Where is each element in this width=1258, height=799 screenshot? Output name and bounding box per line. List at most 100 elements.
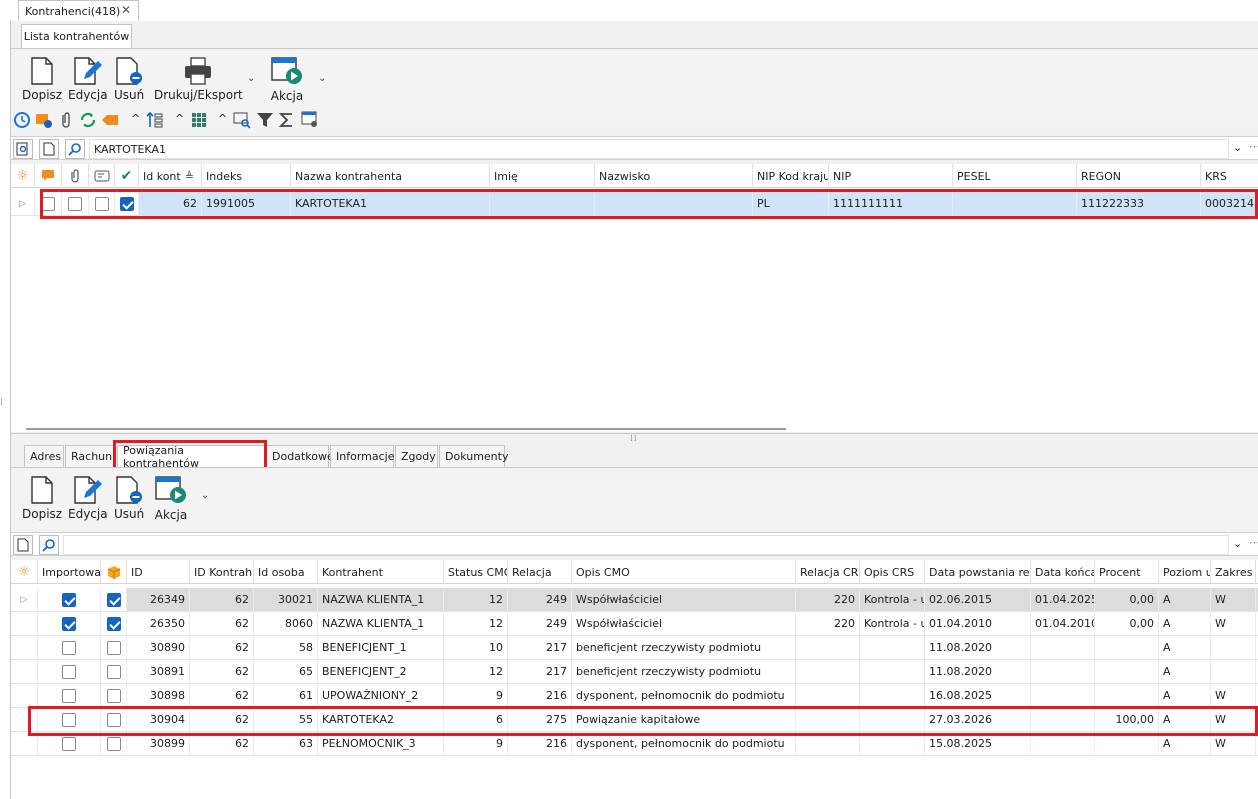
- more-icon[interactable]: ⋯: [1249, 536, 1258, 549]
- bottom-search-input[interactable]: [63, 535, 1229, 555]
- edit-button[interactable]: Edycja: [68, 57, 108, 102]
- new-document-button[interactable]: [39, 139, 59, 159]
- column-idk[interactable]: ID Kontrah: [190, 560, 254, 584]
- import-checkbox[interactable]: [62, 688, 76, 703]
- sum-icon[interactable]: [278, 111, 296, 129]
- collapse-up-icon[interactable]: ^: [131, 112, 140, 125]
- column-imp[interactable]: Importowa: [38, 560, 101, 584]
- column-id[interactable]: ID: [127, 560, 190, 584]
- checkmark-icon[interactable]: ✔: [115, 164, 139, 188]
- search-preview-button[interactable]: [13, 139, 33, 159]
- history-icon[interactable]: [13, 111, 31, 129]
- bottom-add-button[interactable]: Dopisz: [22, 476, 62, 521]
- action-dropdown-chevron-icon[interactable]: ⌄: [318, 73, 326, 84]
- flag-checkbox[interactable]: [106, 688, 121, 703]
- column-flag[interactable]: [101, 560, 127, 584]
- table-row[interactable]: 26350 62 8060 NAZWA KLIENTA_1 12 249 Współwłaś…: [11, 612, 1258, 636]
- flag-checkbox[interactable]: [106, 736, 121, 751]
- column-imie[interactable]: Imię: [490, 164, 595, 188]
- horizontal-scrollbar[interactable]: [26, 428, 786, 430]
- table-row[interactable]: 30898 62 61 UPOWAŻNIONY_2 9 216 dysponent, peł…: [11, 684, 1258, 708]
- panel-splitter[interactable]: ⁞⁞: [11, 433, 1258, 444]
- tab-rachunki[interactable]: Rachunki: [65, 445, 116, 467]
- column-koniec[interactable]: Data końca: [1031, 560, 1095, 584]
- column-nip-kod-kraju[interactable]: NIP Kod kraju: [753, 164, 829, 188]
- search-dropdown-chevron-icon[interactable]: ⌄: [1233, 537, 1242, 550]
- flag-checkbox[interactable]: [106, 616, 121, 631]
- tab-lista-kontrahentow[interactable]: Lista kontrahentów: [21, 24, 132, 48]
- column-relacja[interactable]: Relacja: [508, 560, 572, 584]
- tab-adres[interactable]: Adres: [24, 445, 64, 467]
- import-checkbox[interactable]: [62, 712, 76, 727]
- bottom-edit-button[interactable]: Edycja: [68, 476, 108, 521]
- column-nazwisko[interactable]: Nazwisko: [595, 164, 753, 188]
- import-checkbox[interactable]: [62, 616, 76, 631]
- sort-order-icon[interactable]: [146, 111, 164, 129]
- collapse-up-icon[interactable]: ^: [175, 112, 184, 125]
- search-button[interactable]: [65, 139, 85, 159]
- flag-checkbox[interactable]: [106, 640, 121, 655]
- grid-layout-icon[interactable]: [190, 111, 208, 129]
- comment-checkbox[interactable]: [41, 196, 55, 211]
- flag-checkbox[interactable]: [106, 712, 121, 727]
- import-checkbox[interactable]: [62, 736, 76, 751]
- new-document-button[interactable]: [13, 535, 33, 555]
- column-data[interactable]: Data powstania rela: [925, 560, 1031, 584]
- delete-button[interactable]: Usuń: [114, 57, 144, 102]
- table-search-icon[interactable]: [233, 111, 251, 129]
- table-row[interactable]: 30891 62 65 BENEFICJENT_2 12 217 beneficjent r…: [11, 660, 1258, 684]
- bottom-action-button[interactable]: Akcja: [154, 475, 188, 522]
- column-procent[interactable]: Procent: [1095, 560, 1159, 584]
- import-checkbox[interactable]: [62, 664, 76, 679]
- print-dropdown-chevron-icon[interactable]: ⌄: [247, 73, 255, 84]
- flag-checkbox[interactable]: [106, 664, 121, 679]
- column-nip[interactable]: NIP: [829, 164, 953, 188]
- comment-column-header[interactable]: [35, 164, 62, 188]
- table-row[interactable]: 30890 62 58 BENEFICJENT_1 10 217 beneficjent r…: [11, 636, 1258, 660]
- tag-column-header[interactable]: [89, 164, 115, 188]
- window-view-icon[interactable]: [301, 111, 319, 129]
- refresh-icon[interactable]: [79, 111, 97, 129]
- tab-dokumenty[interactable]: Dokumenty: [439, 445, 508, 467]
- action-button[interactable]: Akcja: [270, 56, 304, 103]
- add-button[interactable]: Dopisz: [22, 57, 62, 102]
- flag-checkbox[interactable]: [106, 592, 121, 607]
- preview-tag-icon[interactable]: [35, 111, 53, 129]
- search-input[interactable]: KARTOTEKA1: [89, 139, 1229, 159]
- column-poziom[interactable]: Poziom u: [1159, 560, 1211, 584]
- action-dropdown-chevron-icon[interactable]: ⌄: [201, 490, 209, 501]
- attachment-checkbox[interactable]: [68, 196, 82, 211]
- import-checkbox[interactable]: [62, 640, 76, 655]
- column-id-kont[interactable]: Id kont ≜: [139, 164, 202, 188]
- table-row[interactable]: 30904 62 55 KARTOTEKA2 6 275 Powiązanie kapita…: [11, 708, 1258, 732]
- tag-checkbox[interactable]: [94, 196, 109, 211]
- column-nazwa[interactable]: Nazwa kontrahenta: [291, 164, 490, 188]
- table-row[interactable]: 30899 62 63 PEŁNOMOCNIK_3 9 216 dysponent, peł…: [11, 732, 1258, 756]
- print-export-button[interactable]: Drukuj/Eksport: [154, 57, 243, 102]
- filter-icon[interactable]: [256, 111, 274, 129]
- bottom-delete-button[interactable]: Usuń: [114, 476, 144, 521]
- column-relcr[interactable]: Relacja CR: [796, 560, 860, 584]
- sun-icon[interactable]: ☼: [11, 560, 38, 584]
- table-row[interactable]: ▷ 26349 62 30021 NAZWA KLIENTA_1 12 249 Współwł…: [11, 588, 1258, 612]
- import-checkbox[interactable]: [62, 592, 76, 607]
- column-krs[interactable]: KRS: [1201, 164, 1258, 188]
- column-opis[interactable]: Opis CMO: [572, 560, 796, 584]
- column-zakres[interactable]: Zakres p: [1211, 560, 1256, 584]
- table-row[interactable]: ▷ 62 1991005 KARTOTEKA1 PL 1111111111 11…: [11, 192, 1258, 216]
- label-tag-icon[interactable]: [101, 111, 119, 129]
- column-indeks[interactable]: Indeks: [202, 164, 291, 188]
- side-grip-icon[interactable]: ⁞: [0, 398, 3, 408]
- tab-dodatkowe[interactable]: Dodatkowe: [266, 445, 334, 467]
- sun-icon[interactable]: ☼: [11, 164, 35, 188]
- column-opiscrs[interactable]: Opis CRS: [860, 560, 925, 584]
- column-regon[interactable]: REGON: [1077, 164, 1201, 188]
- column-kontrahent[interactable]: Kontrahent: [318, 560, 444, 584]
- close-icon[interactable]: ✕: [121, 3, 131, 17]
- collapse-up-icon[interactable]: ^: [218, 112, 227, 125]
- tab-powiazania-kontrahentow[interactable]: Powiązania kontrahentów: [117, 444, 265, 470]
- column-pesel[interactable]: PESEL: [953, 164, 1077, 188]
- attachment-column-header[interactable]: [62, 164, 89, 188]
- paperclip-icon[interactable]: [57, 111, 75, 129]
- column-status[interactable]: Status CMO: [444, 560, 508, 584]
